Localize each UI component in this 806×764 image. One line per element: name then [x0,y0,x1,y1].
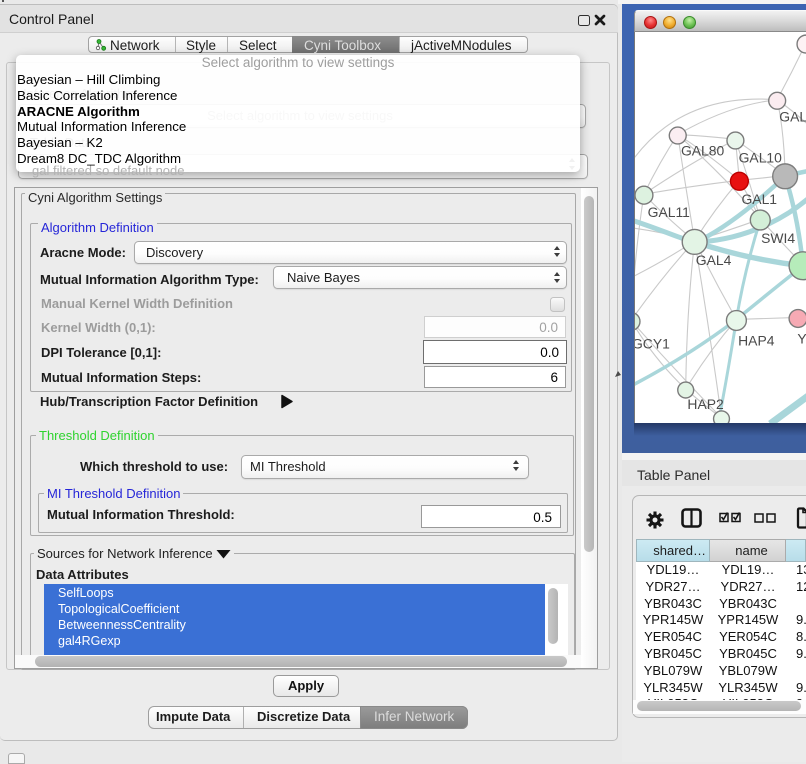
svg-text:GAL1: GAL1 [741,191,777,207]
svg-text:HAP2: HAP2 [687,396,724,412]
svg-text:GAL80: GAL80 [681,142,725,158]
svg-text:Y: Y [797,330,806,346]
svg-text:HAP4: HAP4 [738,332,775,348]
svg-text:GAL11: GAL11 [648,204,691,220]
svg-text:SWI4: SWI4 [761,230,795,246]
svg-text:GCY1: GCY1 [634,335,670,351]
svg-text:GAL4: GAL4 [696,252,732,268]
svg-text:GAL10: GAL10 [739,149,783,165]
svg-text:GAL7: GAL7 [779,109,806,125]
